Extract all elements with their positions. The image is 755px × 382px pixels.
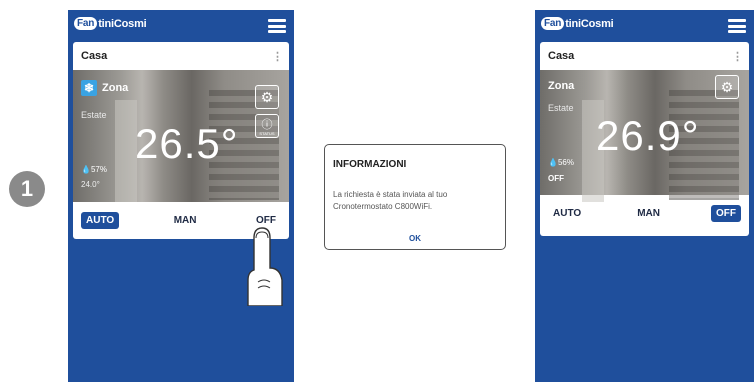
temperature-readout: 26.5° [135,120,239,167]
humidity-value: 57% [90,165,107,174]
card-header: Casa ⋮ [540,42,749,70]
phone-screen-before: Fan tiniCosmi Casa ⋮ ❄ Zona Estate 26.5°… [68,10,294,382]
mode-auto-button[interactable]: AUTO [548,205,586,222]
thermostat-card: Casa ⋮ Zona Estate 26.9° 💧56% OFF ⚙ AUTO… [540,42,749,236]
brand-logo: Fan tiniCosmi [541,17,614,30]
humidity-readout: 💧57% [81,165,107,174]
zone-name: Zona [548,80,575,92]
info-dialog: INFORMAZIONI La richiesta è stata inviat… [324,144,506,250]
tap-finger-icon [247,227,283,306]
room-photo: Zona Estate 26.9° 💧56% OFF ⚙ [540,70,749,202]
kebab-menu-icon[interactable]: ⋮ [272,50,283,63]
zone-label: Zona [548,80,574,92]
card-title: Casa [81,50,108,62]
logo-text: tiniCosmi [565,17,614,30]
dialog-ok-button[interactable]: OK [325,234,505,243]
hamburger-menu-icon[interactable] [268,19,286,33]
thermostat-card: Casa ⋮ ❄ Zona Estate 26.5° 💧57% 24.0° ⚙ … [73,42,289,239]
gear-icon[interactable]: ⚙ [715,75,739,99]
step-number-badge: 1 [9,171,45,207]
zone-name: Zona [102,82,129,94]
temperature-readout: 26.9° [596,112,700,159]
status-label: OFF [548,174,564,183]
season-label: Estate [548,103,574,113]
hamburger-menu-icon[interactable] [728,19,746,33]
setpoint-readout: 24.0° [81,180,100,189]
logo-text: tiniCosmi [98,17,147,30]
brand-logo: Fan tiniCosmi [74,17,147,30]
mode-man-button[interactable]: MAN [169,212,202,229]
logo-bubble: Fan [541,17,565,30]
room-photo: ❄ Zona Estate 26.5° 💧57% 24.0° ⚙ ⓘ STATU… [73,70,289,202]
dialog-message: La richiesta è stata inviata al tuo Cron… [333,190,448,211]
mode-off-button[interactable]: OFF [711,204,741,222]
zone-label: ❄ Zona [81,80,128,96]
mode-auto-button[interactable]: AUTO [81,211,120,229]
mode-selector: AUTO MAN OFF [540,195,749,231]
card-header: Casa ⋮ [73,42,289,70]
humidity-value: 56% [557,158,574,167]
logo-bubble: Fan [74,17,98,30]
season-label: Estate [81,110,107,120]
dialog-title: INFORMAZIONI [333,159,407,170]
card-title: Casa [548,50,575,62]
humidity-readout: 💧56% [548,158,574,167]
info-status-button[interactable]: ⓘ STATUS [255,114,279,138]
phone-screen-after: Fan tiniCosmi Casa ⋮ Zona Estate 26.9° 💧… [535,10,754,382]
kebab-menu-icon[interactable]: ⋮ [732,50,743,63]
info-icon: ⓘ [261,119,273,131]
info-status-label: STATUS [259,131,275,136]
mode-man-button[interactable]: MAN [632,205,665,222]
gear-icon[interactable]: ⚙ [255,85,279,109]
snowflake-icon: ❄ [81,80,97,96]
